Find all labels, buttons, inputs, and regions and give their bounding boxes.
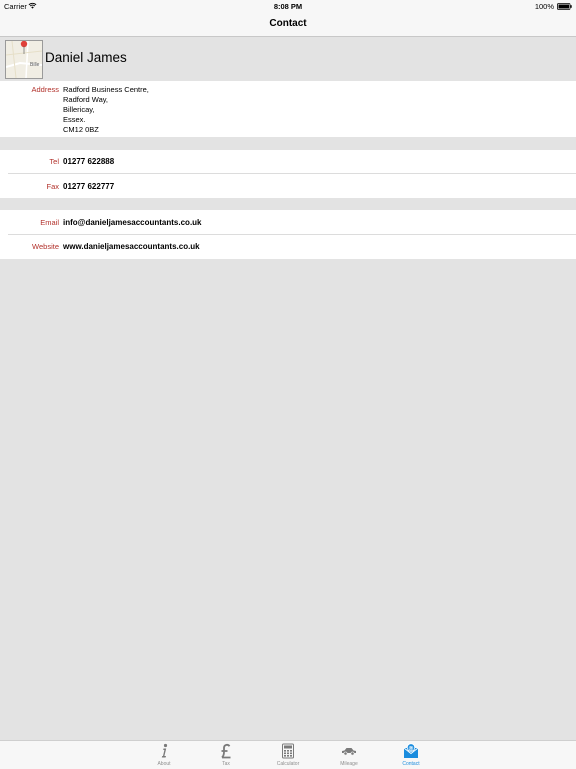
tab-tax[interactable]: Tax [204, 741, 248, 769]
tab-calculator[interactable]: Calculator [266, 741, 310, 769]
calculator-icon [282, 743, 294, 759]
clock: 8:08 PM [273, 2, 303, 11]
car-icon [342, 748, 356, 756]
map-thumbnail[interactable]: Bille [5, 40, 43, 79]
tab-about[interactable]: About [142, 741, 186, 769]
tab-label: Calculator [276, 761, 300, 767]
tab-contact[interactable]: @ Contact [389, 741, 433, 769]
tab-label: Contact [402, 761, 420, 767]
online-card: Email info@danieljamesaccountants.co.uk … [0, 210, 576, 259]
divider [8, 173, 576, 174]
fax-value[interactable]: 01277 622777 [63, 182, 114, 192]
contact-icon: @ [403, 743, 419, 758]
phone-card: Tel 01277 622888 Fax 01277 622777 [0, 150, 576, 198]
navigation-bar: Contact [0, 13, 576, 37]
fax-label: Fax [46, 182, 59, 191]
tab-mileage[interactable]: Mileage [327, 741, 371, 769]
tel-value[interactable]: 01277 622888 [63, 157, 114, 167]
tab-label: Tax [222, 761, 230, 767]
battery-icon [557, 3, 572, 10]
website-value[interactable]: www.danieljamesaccountants.co.uk [63, 242, 200, 252]
address-value[interactable]: Radford Business Centre, Radford Way, Bi… [63, 85, 149, 135]
svg-text:@: @ [409, 745, 414, 751]
contact-header: Bille Daniel James [0, 37, 576, 81]
tel-label: Tel [49, 157, 59, 166]
email-value[interactable]: info@danieljamesaccountants.co.uk [63, 218, 202, 228]
map-place-label: Bille [30, 62, 40, 68]
address-line: Radford Way, [63, 95, 109, 104]
website-label: Website [32, 242, 59, 251]
address-line: Essex. [63, 115, 86, 124]
tab-label: About [157, 761, 171, 767]
map-icon [6, 41, 42, 78]
address-label: Address [31, 85, 59, 94]
address-line: Billericay, [63, 105, 95, 114]
contact-name: Daniel James [45, 50, 127, 65]
page-title: Contact [269, 18, 307, 29]
pound-icon [221, 743, 231, 759]
battery-percent: 100% [534, 2, 554, 11]
tab-label: Mileage [340, 761, 358, 767]
divider [8, 234, 576, 235]
address-line: Radford Business Centre, [63, 85, 149, 94]
address-card: Address Radford Business Centre, Radford… [0, 81, 576, 137]
status-bar: Carrier 8:08 PM 100% [0, 0, 576, 13]
email-label: Email [40, 218, 59, 227]
info-icon [161, 743, 168, 758]
tab-bar: About Tax Calculator Mileage @ Contact [0, 740, 576, 769]
address-line: CM12 0BZ [63, 125, 99, 134]
